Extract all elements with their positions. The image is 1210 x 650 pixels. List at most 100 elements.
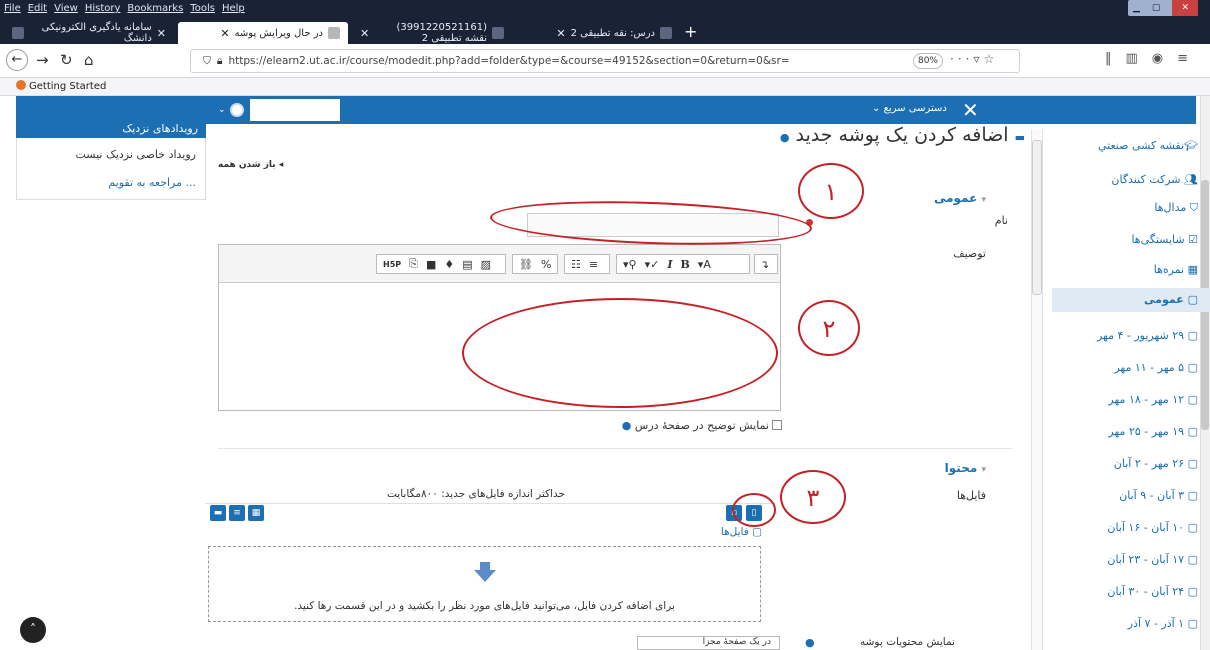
close-tab-icon[interactable]: ✕ xyxy=(157,27,166,40)
section-general-header[interactable]: ▾ عمومی xyxy=(934,191,986,205)
menu-file[interactable]: File xyxy=(4,0,21,20)
library-icon[interactable]: ‖ xyxy=(1105,51,1126,66)
more-actions-icon[interactable]: ··· xyxy=(950,52,973,66)
menu-edit[interactable]: Edit xyxy=(28,0,47,20)
nav-item-label: ۱ آذر - ۷ آذر xyxy=(1127,617,1185,630)
toolbar-toggle-icon[interactable]: ↴ xyxy=(754,254,778,274)
nav-item-week[interactable]: ▢ ۱۲ مهر - ۱۸ مهر xyxy=(1048,388,1198,412)
menu-bookmarks[interactable]: Bookmarks xyxy=(127,0,183,20)
nav-item-week[interactable]: ▢ ۳ آبان - ۹ آبان xyxy=(1048,484,1198,508)
manage-files-icon[interactable]: ⎘ xyxy=(409,257,418,271)
url-bar[interactable]: ⛉ 🔒︎ https://elearn2.ut.ac.ir/course/moded… xyxy=(190,49,1020,73)
folder-path-label: فایل‌ها xyxy=(720,526,749,538)
bookmark-getting-started[interactable]: Getting Started xyxy=(16,79,106,95)
tab-editing-folder[interactable]: در حال ویرایش پوشه ✕ xyxy=(178,22,348,44)
avatar xyxy=(229,103,244,117)
nav-item-general[interactable]: ▢ عمومی xyxy=(1052,288,1210,312)
italic-icon[interactable]: I xyxy=(667,258,672,271)
folder-icon: ▢ xyxy=(1187,553,1198,566)
section-content-header[interactable]: ▾ محتوا xyxy=(945,461,986,475)
quick-access-menu[interactable]: دسترسی سریع ⌄ xyxy=(872,103,947,114)
maximize-icon[interactable]: ▢ xyxy=(1152,3,1161,13)
nav-item-week[interactable]: ▢ ۲۴ آبان - ۳۰ آبان xyxy=(1048,580,1198,604)
tab-favicon-icon xyxy=(492,27,504,39)
nav-item-week[interactable]: ▢ ۱۰ آبان - ۱۶ آبان xyxy=(1048,516,1198,540)
page-title-text: اضافه کردن یک پوشه جدید xyxy=(795,124,1009,146)
sidebar-icon[interactable]: ▥ xyxy=(1126,51,1152,66)
reload-icon[interactable]: ↻ xyxy=(60,50,73,70)
nav-item-grades[interactable]: ▦ نمره‌ها xyxy=(1048,258,1198,282)
expand-all-link[interactable]: ◂ باز شدن همه xyxy=(218,160,283,170)
menu-help[interactable]: Help xyxy=(222,0,245,20)
new-tab-plus-icon[interactable]: + xyxy=(684,23,697,41)
h5p-icon[interactable]: H5P xyxy=(383,260,401,269)
drop-zone-text: برای اضافه کردن فایل، می‌توانید فایل‌های… xyxy=(294,600,675,612)
list-view-icon[interactable]: ≡ xyxy=(229,505,245,521)
nav-item-week[interactable]: ▢ ۵ مهر - ۱۱ مهر xyxy=(1048,356,1198,380)
tab-elearning[interactable]: ✕ سامانه یادگیری الکترونیکی دانشگ xyxy=(4,22,174,44)
zoom-level[interactable]: 80% xyxy=(913,53,943,69)
nav-item-badges[interactable]: ⛉ مدال‌ها xyxy=(1048,196,1198,220)
nav-item-label: ۱۹ مهر - ۲۵ مهر xyxy=(1108,425,1185,438)
nav-item-competencies[interactable]: ☑ شایستگی‌ها xyxy=(1048,228,1198,252)
folder-icon: ▢ xyxy=(1187,425,1198,438)
annotation-ellipse-description xyxy=(462,298,778,408)
download-arrow-icon xyxy=(473,560,497,584)
help-icon[interactable]: ● xyxy=(805,636,815,649)
numbered-list-icon[interactable]: ☷ xyxy=(571,258,581,271)
image-icon[interactable]: ▨ xyxy=(481,258,491,271)
help-icon[interactable]: ● xyxy=(780,131,790,144)
close-window-icon[interactable]: ✕ xyxy=(1172,0,1198,16)
paragraph-style-icon[interactable]: ▾⚲ xyxy=(623,258,637,271)
nav-item-week[interactable]: ▢ ۲۶ مهر - ۲ آبان xyxy=(1048,452,1198,476)
username-redacted xyxy=(249,99,340,121)
tab-label: در حال ویرایش پوشه xyxy=(234,27,323,39)
nav-item-week[interactable]: ▢ ۲۹ شهریور - ۴ مهر xyxy=(1048,324,1198,348)
text-color-icon[interactable]: ▾✓ xyxy=(645,258,660,271)
go-to-calendar-link[interactable]: ... مراجعه به تقویم xyxy=(20,176,196,189)
user-menu[interactable]: ⌄ xyxy=(218,98,340,122)
display-contents-select[interactable]: در یک صفحهٔ مجزا xyxy=(637,636,780,650)
close-tab-icon[interactable]: ✕ xyxy=(556,27,565,40)
close-drawer-icon[interactable]: ✕ xyxy=(962,98,979,122)
toolbar-list-group: ☷ ≡ xyxy=(564,254,610,274)
hamburger-menu-icon[interactable]: ≡ xyxy=(1177,51,1202,66)
account-icon[interactable]: ◉ xyxy=(1152,51,1177,66)
folder-view-icon[interactable]: ▬ xyxy=(210,505,226,521)
menu-tools[interactable]: Tools xyxy=(190,0,215,20)
drawer-scrollbar-thumb[interactable] xyxy=(1032,140,1042,295)
unlink-icon[interactable]: ⛓ xyxy=(519,258,533,271)
media-icon[interactable]: ▤ xyxy=(462,258,472,271)
show-description-checkbox[interactable] xyxy=(772,420,782,430)
bookmark-star-icon[interactable]: ☆ xyxy=(983,52,998,66)
close-tab-icon[interactable]: ✕ xyxy=(360,27,369,40)
pocket-icon[interactable]: ▿ xyxy=(973,52,983,66)
microphone-icon[interactable]: ♦ xyxy=(444,258,454,271)
collapse-icon: ▾ xyxy=(981,465,986,475)
folder-icon: ▢ xyxy=(1187,489,1198,502)
nav-item-participants[interactable]: 👥︎ شرکت کنندگان xyxy=(1048,168,1198,192)
menu-view[interactable]: View xyxy=(54,0,78,20)
video-icon[interactable]: ■ xyxy=(426,258,436,271)
tab-course-code[interactable]: (3991220521161) نقشه تطبیقی 2 ✕ xyxy=(352,22,512,44)
help-icon[interactable]: ● xyxy=(622,419,632,432)
font-size-icon[interactable]: ▾A xyxy=(698,258,711,271)
folder-path[interactable]: ▢ فایل‌ها xyxy=(700,526,762,538)
bold-icon[interactable]: B xyxy=(680,258,689,271)
forward-arrow-icon[interactable]: → xyxy=(36,50,49,70)
nav-item-week[interactable]: ▢ ۱۹ مهر - ۲۵ مهر xyxy=(1048,420,1198,444)
back-arrow-icon[interactable]: ← xyxy=(6,49,28,71)
show-description-row: نمایش توضیح در صفحهٔ درس ● xyxy=(540,419,782,432)
link-icon[interactable]: % xyxy=(541,258,551,271)
minimize-icon[interactable]: ▁ xyxy=(1133,3,1140,13)
nav-item-week[interactable]: ▢ ۱۷ آبان - ۲۳ آبان xyxy=(1048,548,1198,572)
bullet-list-icon[interactable]: ≡ xyxy=(589,258,598,271)
nav-item-course[interactable]: 🎓︎نقشه کشی صنعتي xyxy=(1048,134,1198,158)
grid-view-icon[interactable]: ▦ xyxy=(248,505,264,521)
home-icon[interactable]: ⌂ xyxy=(84,50,94,70)
tab-course[interactable]: درس: نقه تطبیقی 2 ✕ xyxy=(514,22,680,44)
nav-item-week[interactable]: ▢ ۱ آذر - ۷ آذر xyxy=(1048,612,1198,636)
close-tab-icon[interactable]: ✕ xyxy=(220,27,229,40)
menu-history[interactable]: History xyxy=(85,0,121,20)
scroll-to-top-icon[interactable]: ˄ xyxy=(20,617,46,643)
